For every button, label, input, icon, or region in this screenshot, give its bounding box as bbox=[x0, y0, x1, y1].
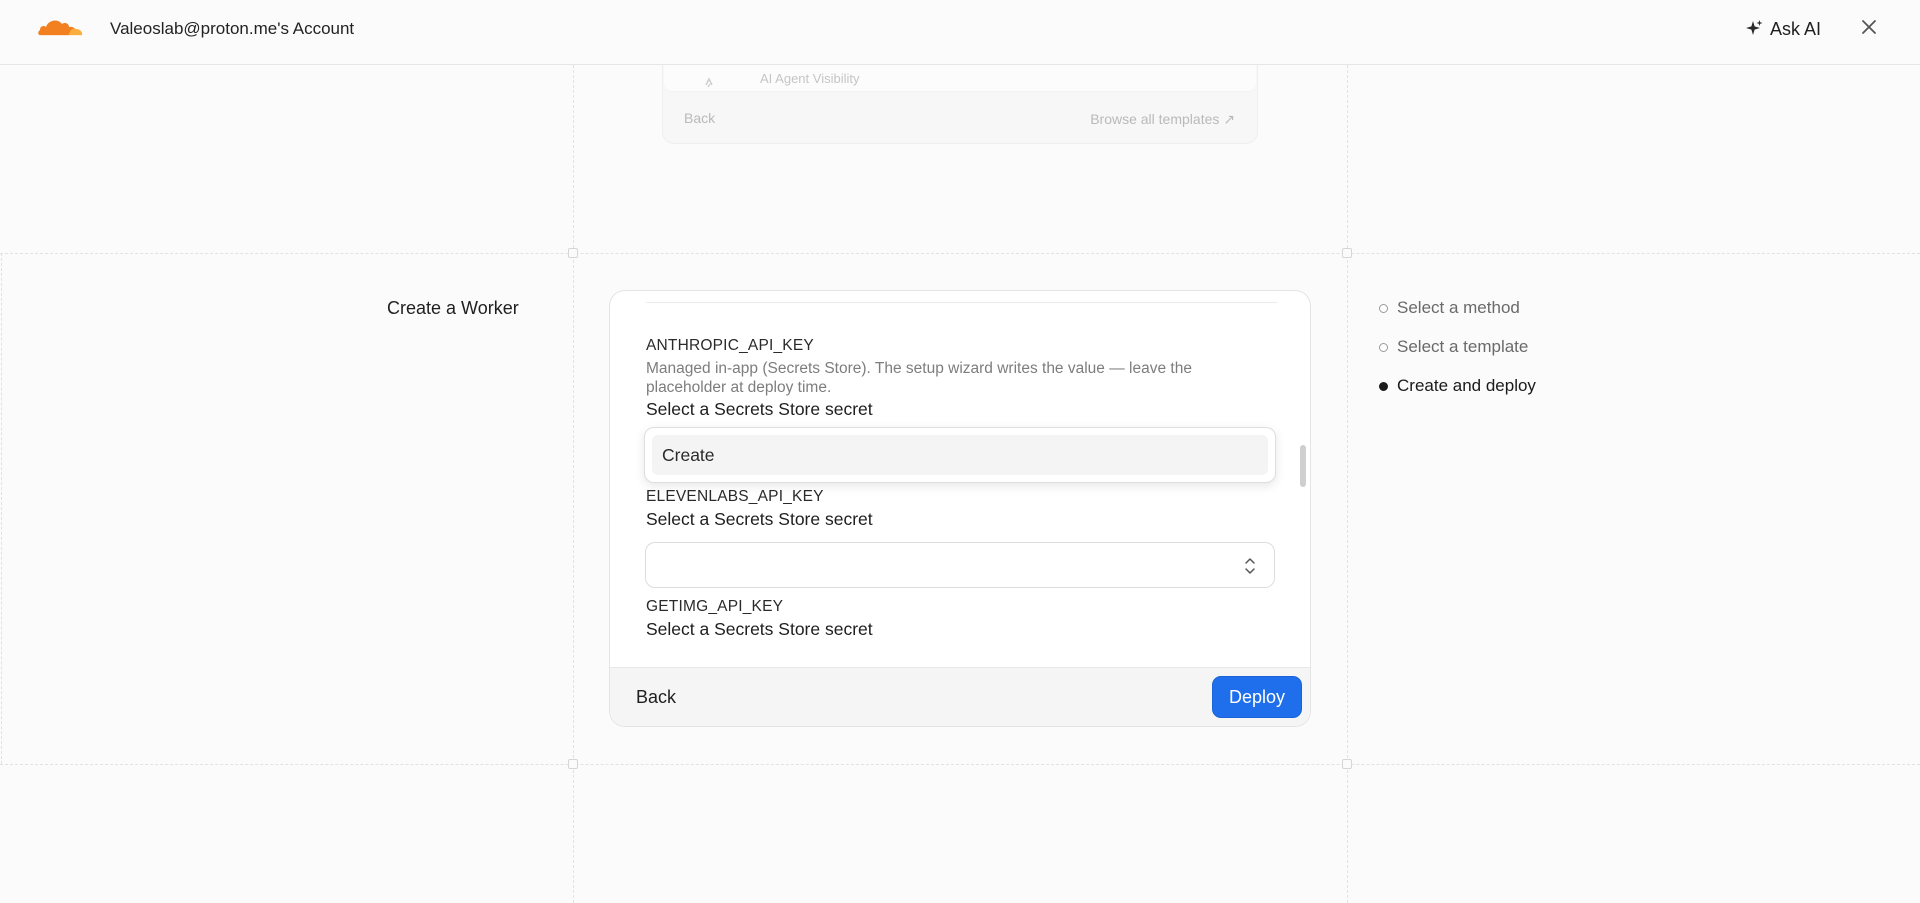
secret-select[interactable] bbox=[645, 542, 1275, 588]
step-select-template[interactable]: Select a template bbox=[1379, 337, 1536, 376]
scrollbar-thumb[interactable] bbox=[1300, 445, 1306, 487]
step-dot bbox=[1379, 343, 1388, 352]
step-label: Select a method bbox=[1397, 298, 1520, 317]
deploy-button[interactable]: Deploy bbox=[1212, 676, 1302, 718]
step-select-method[interactable]: Select a method bbox=[1379, 298, 1536, 337]
corner-handle bbox=[568, 759, 578, 769]
chevron-up-down-icon bbox=[1245, 558, 1255, 574]
close-icon[interactable] bbox=[1858, 16, 1880, 38]
guide-line bbox=[1, 253, 2, 764]
back-button[interactable]: Back bbox=[636, 687, 676, 708]
template-item-label: AI Agent Visibility bbox=[760, 71, 860, 86]
ask-ai-button[interactable]: Ask AI bbox=[1744, 16, 1821, 42]
card-footer: Back Deploy bbox=[610, 667, 1310, 726]
dropdown-option-create[interactable]: Create bbox=[652, 435, 1268, 475]
previous-step-card: AI Agent Visibility Back Browse all temp… bbox=[662, 65, 1258, 144]
template-item[interactable]: AI Agent Visibility bbox=[664, 65, 1256, 92]
previous-back-link[interactable]: Back bbox=[684, 110, 715, 126]
step-create-and-deploy: Create and deploy bbox=[1379, 376, 1536, 415]
guide-line bbox=[1347, 65, 1348, 903]
step-dot-active bbox=[1379, 382, 1388, 391]
secret-key-name: ELEVENLABS_API_KEY bbox=[646, 488, 824, 505]
guide-line bbox=[0, 764, 1920, 765]
corner-handle bbox=[1342, 248, 1352, 258]
sparkle-icon bbox=[1746, 20, 1763, 35]
secret-description: Managed in-app (Secrets Store). The setu… bbox=[646, 360, 1192, 396]
secret-select-label: Select a Secrets Store secret bbox=[646, 509, 873, 529]
secret-select-label: Select a Secrets Store secret bbox=[646, 619, 873, 639]
corner-handle bbox=[1342, 759, 1352, 769]
top-bar: Valeoslab@proton.me's Account Ask AI bbox=[0, 0, 1920, 65]
divider bbox=[646, 302, 1278, 303]
ask-ai-label: Ask AI bbox=[1770, 18, 1822, 39]
account-title: Valeoslab@proton.me's Account bbox=[110, 19, 355, 38]
secret-key-name: ANTHROPIC_API_KEY bbox=[646, 337, 814, 354]
step-label: Select a template bbox=[1397, 337, 1529, 356]
secret-dropdown-menu: Create bbox=[644, 427, 1276, 483]
progress-steps: Select a method Select a template Create… bbox=[1379, 298, 1536, 415]
guide-line bbox=[0, 253, 1920, 254]
browse-templates-link[interactable]: Browse all templates ↗ bbox=[1090, 111, 1235, 128]
section-title: Create a Worker bbox=[387, 298, 519, 318]
guide-line bbox=[573, 65, 574, 903]
secrets-form: ANTHROPIC_API_KEY Managed in-app (Secret… bbox=[610, 291, 1310, 667]
dropdown-option-label: Create bbox=[662, 445, 715, 465]
create-deploy-card: ANTHROPIC_API_KEY Managed in-app (Secret… bbox=[609, 290, 1311, 727]
template-thumbnail-icon bbox=[705, 77, 713, 88]
secret-key-name: GETIMG_API_KEY bbox=[646, 598, 784, 615]
step-dot bbox=[1379, 304, 1388, 313]
corner-handle bbox=[568, 248, 578, 258]
step-label: Create and deploy bbox=[1397, 376, 1536, 395]
secret-select-label: Select a Secrets Store secret bbox=[646, 399, 873, 419]
cloudflare-logo[interactable] bbox=[36, 15, 84, 39]
